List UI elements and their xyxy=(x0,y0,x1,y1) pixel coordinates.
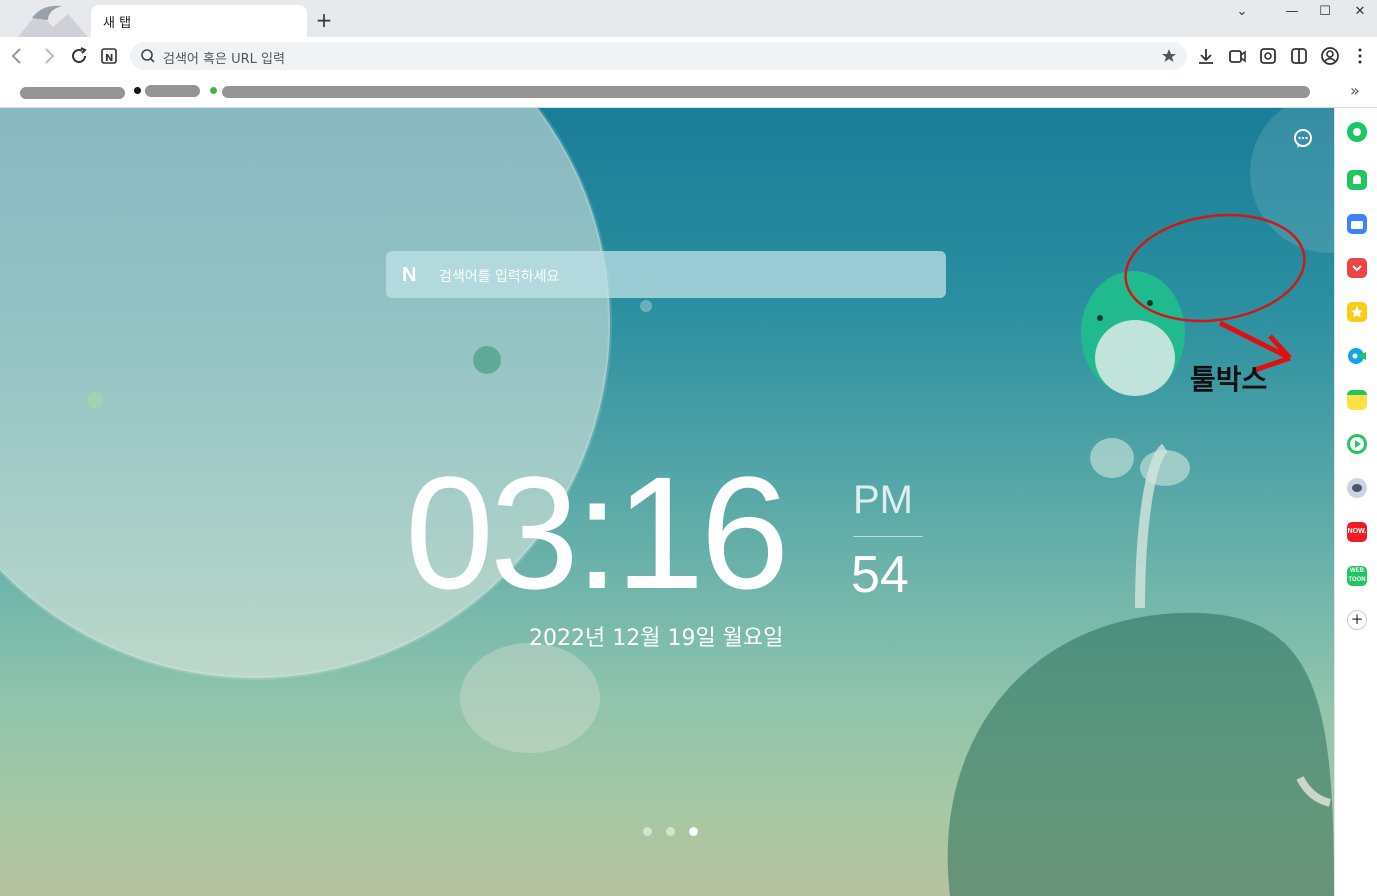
clock-ampm: PM xyxy=(853,478,913,522)
toolbox-sidebar: NOW. WEB TOON + xyxy=(1334,108,1377,896)
clock-seconds: 54 xyxy=(851,546,909,604)
tab-new-tab[interactable]: 새 탭 xyxy=(91,5,307,37)
profile-icon[interactable] xyxy=(1319,45,1341,67)
reload-icon[interactable] xyxy=(68,45,90,67)
bookmark-favicon xyxy=(134,87,141,94)
close-button[interactable]: ✕ xyxy=(1343,2,1377,22)
page-dot-active[interactable] xyxy=(689,827,699,836)
menu-icon[interactable] xyxy=(1349,45,1371,67)
tab-list-button[interactable]: ⌄ xyxy=(1225,2,1259,22)
svg-text:N: N xyxy=(105,53,113,64)
download-icon[interactable] xyxy=(1195,45,1217,67)
green-circle-icon[interactable] xyxy=(1347,122,1367,142)
sidebar-toggle-icon[interactable] xyxy=(1288,45,1310,67)
clock-date: 2022년 12월 19일 월요일 xyxy=(529,626,784,651)
new-tab-page: N 검색어를 입력하세요 03:16 PM 54 2022년 12월 19일 월… xyxy=(0,108,1334,896)
naver-home-icon[interactable]: N xyxy=(98,45,120,67)
bookmark-favicon xyxy=(210,87,217,94)
video-icon[interactable] xyxy=(1226,45,1248,67)
memo-icon[interactable] xyxy=(1347,390,1367,410)
naver-logo: N xyxy=(402,264,417,286)
character-icon[interactable] xyxy=(1347,478,1367,498)
chat-icon[interactable] xyxy=(1292,128,1314,150)
title-bar: 새 탭 + ⌄ — ☐ ✕ xyxy=(0,0,1377,37)
new-tab-button[interactable]: + xyxy=(313,9,335,31)
annotation-label: 툴박스 xyxy=(1190,363,1268,396)
browser-logo-icon xyxy=(18,5,88,37)
pocket-icon[interactable] xyxy=(1347,258,1367,278)
clock-time: 03:16 xyxy=(405,443,789,622)
address-bar[interactable]: 검색어 혹은 URL 입력 xyxy=(130,42,1187,70)
redacted-bookmark[interactable] xyxy=(20,87,125,99)
back-icon[interactable] xyxy=(6,45,28,67)
bell-icon[interactable] xyxy=(1347,170,1367,190)
minimize-button[interactable]: — xyxy=(1275,2,1309,22)
star-icon[interactable] xyxy=(1347,302,1367,322)
forward-icon[interactable] xyxy=(38,45,60,67)
clock-divider xyxy=(853,536,923,537)
briefcase-icon[interactable] xyxy=(1347,214,1367,234)
maximize-button[interactable]: ☐ xyxy=(1308,2,1342,22)
page-indicator xyxy=(643,821,707,840)
translate-icon[interactable] xyxy=(1347,346,1367,366)
bookmarks-overflow-icon[interactable]: » xyxy=(1350,81,1360,100)
redacted-bookmark[interactable] xyxy=(222,86,1310,98)
search-box[interactable]: N 검색어를 입력하세요 xyxy=(386,251,946,298)
webtoon-icon[interactable]: WEB TOON xyxy=(1347,566,1367,586)
tab-title: 새 탭 xyxy=(103,16,132,31)
bookmarks-bar: » xyxy=(0,75,1377,108)
page-dot[interactable] xyxy=(666,827,676,836)
search-icon xyxy=(141,49,155,63)
bookmark-star-icon[interactable] xyxy=(1160,47,1178,65)
page-dot[interactable] xyxy=(643,827,652,836)
capture-icon[interactable] xyxy=(1257,45,1279,67)
redacted-bookmark[interactable] xyxy=(145,85,200,97)
play-icon[interactable] xyxy=(1347,434,1367,454)
add-tool-button[interactable]: + xyxy=(1347,610,1367,630)
search-placeholder: 검색어를 입력하세요 xyxy=(439,269,560,285)
now-icon[interactable]: NOW. xyxy=(1347,522,1367,542)
address-placeholder: 검색어 혹은 URL 입력 xyxy=(163,52,285,67)
mascot-illustration xyxy=(1081,271,1185,396)
